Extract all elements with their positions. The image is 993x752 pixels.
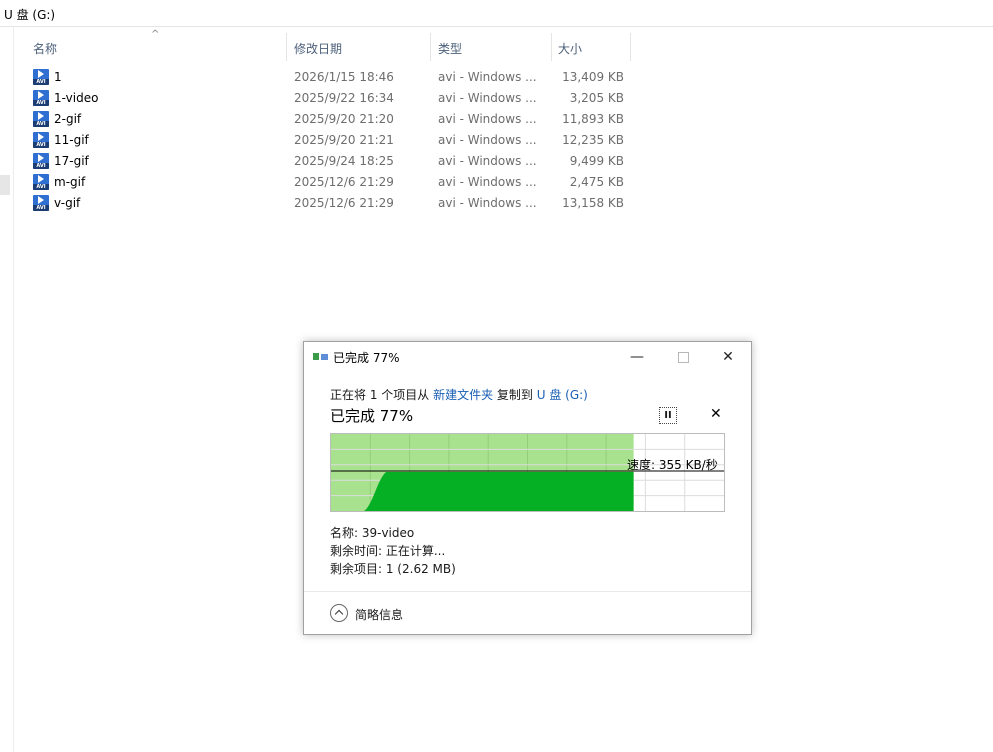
file-type: avi - Windows ... bbox=[438, 175, 537, 189]
file-name: v-gif bbox=[54, 196, 81, 210]
file-date: 2025/12/6 21:29 bbox=[294, 175, 394, 189]
column-header-type-label: 类型 bbox=[438, 42, 463, 56]
column-header-size-label: 大小 bbox=[558, 42, 583, 56]
address-path: U 盘 (G:) bbox=[4, 8, 56, 22]
file-type: avi - Windows ... bbox=[438, 196, 537, 210]
avi-video-file-icon: AVI bbox=[33, 90, 49, 106]
speed-area bbox=[364, 472, 634, 511]
close-button[interactable]: ✕ bbox=[705, 342, 751, 372]
column-header-size[interactable]: 大小 bbox=[552, 33, 630, 61]
navigation-pane[interactable] bbox=[0, 27, 14, 752]
file-row[interactable]: AVI 1 2026/1/15 18:46 avi - Windows ... 13,4… bbox=[28, 67, 638, 88]
file-name: 17-gif bbox=[54, 154, 89, 168]
avi-video-file-icon: AVI bbox=[33, 69, 49, 85]
progress-heading: 已完成 77% bbox=[330, 407, 414, 425]
time-remaining-line: 剩余时间: 正在计算... bbox=[330, 544, 446, 558]
minimize-button[interactable]: — bbox=[614, 342, 660, 372]
minimize-icon: — bbox=[630, 349, 644, 365]
items-remaining-line: 剩余项目: 1 (2.62 MB) bbox=[330, 562, 456, 576]
maximize-button[interactable] bbox=[660, 342, 706, 372]
file-row[interactable]: AVI m-gif 2025/12/6 21:29 avi - Windows ...… bbox=[28, 172, 638, 193]
address-bar[interactable]: U 盘 (G:) bbox=[0, 0, 993, 27]
pause-button[interactable]: II bbox=[659, 407, 677, 424]
file-name: 11-gif bbox=[54, 133, 89, 147]
avi-video-file-icon: AVI bbox=[33, 153, 49, 169]
dialog-title: 已完成 77% bbox=[333, 351, 400, 365]
details-label: 简略信息 bbox=[355, 608, 404, 622]
file-type: avi - Windows ... bbox=[438, 112, 537, 126]
file-row[interactable]: AVI 11-gif 2025/9/20 21:21 avi - Windows ..… bbox=[28, 130, 638, 151]
file-size: 9,499 KB bbox=[569, 154, 624, 168]
transfer-speed-graph: 速度: 355 KB/秒 bbox=[330, 433, 725, 512]
copy-middle-text: 复制到 bbox=[493, 388, 537, 402]
copy-prefix-text: 正在将 1 个项目从 bbox=[330, 388, 434, 402]
dialog-divider bbox=[304, 591, 751, 592]
file-name: 2-gif bbox=[54, 112, 82, 126]
copy-description: 正在将 1 个项目从 新建文件夹 复制到 U 盘 (G:) bbox=[330, 386, 588, 403]
column-header-date[interactable]: 修改日期 bbox=[287, 33, 430, 61]
file-size: 12,235 KB bbox=[562, 133, 624, 147]
close-icon: ✕ bbox=[722, 349, 734, 365]
dialog-titlebar[interactable]: 已完成 77% — ✕ bbox=[304, 342, 751, 372]
close-icon: ✕ bbox=[710, 406, 722, 422]
file-name: 1-video bbox=[54, 91, 99, 105]
avi-video-file-icon: AVI bbox=[33, 195, 49, 211]
file-type: avi - Windows ... bbox=[438, 91, 537, 105]
file-name: 1 bbox=[54, 70, 62, 84]
column-header-date-label: 修改日期 bbox=[294, 42, 343, 56]
maximize-icon bbox=[677, 351, 689, 363]
column-header-name[interactable]: 名称 bbox=[28, 33, 286, 61]
avi-video-file-icon: AVI bbox=[33, 174, 49, 190]
cancel-button[interactable]: ✕ bbox=[710, 406, 722, 422]
file-name-line: 名称: 39-video bbox=[330, 526, 415, 540]
file-row[interactable]: AVI 2-gif 2025/9/20 21:20 avi - Windows ...… bbox=[28, 109, 638, 130]
file-size: 3,205 KB bbox=[569, 91, 624, 105]
file-date: 2025/9/22 16:34 bbox=[294, 91, 394, 105]
speed-label: 速度: 355 KB/秒 bbox=[627, 458, 718, 472]
chevron-up-circle-icon bbox=[330, 604, 348, 622]
avi-video-file-icon: AVI bbox=[33, 132, 49, 148]
file-name: m-gif bbox=[54, 175, 86, 189]
destination-link[interactable]: U 盘 (G:) bbox=[537, 388, 588, 402]
file-size: 13,409 KB bbox=[562, 70, 624, 84]
copy-progress-dialog: 已完成 77% — ✕ 正在将 1 个项目从 新建文件夹 复制到 U 盘 (G:… bbox=[303, 341, 752, 635]
file-type: avi - Windows ... bbox=[438, 70, 537, 84]
file-size: 11,893 KB bbox=[562, 112, 624, 126]
source-folder-link[interactable]: 新建文件夹 bbox=[433, 388, 493, 402]
copy-transfer-icon bbox=[313, 351, 329, 363]
file-date: 2025/9/24 18:25 bbox=[294, 154, 394, 168]
file-date: 2025/9/20 21:20 bbox=[294, 112, 394, 126]
column-header-type[interactable]: 类型 bbox=[431, 33, 551, 61]
nav-pane-selection[interactable] bbox=[0, 175, 10, 195]
file-row[interactable]: AVI 1-video 2025/9/22 16:34 avi - Windows .… bbox=[28, 88, 638, 109]
file-type: avi - Windows ... bbox=[438, 133, 537, 147]
column-divider[interactable] bbox=[630, 33, 631, 61]
column-header-name-label: 名称 bbox=[33, 42, 58, 56]
pause-icon: II bbox=[664, 410, 672, 421]
file-size: 13,158 KB bbox=[562, 196, 624, 210]
avi-video-file-icon: AVI bbox=[33, 111, 49, 127]
file-date: 2025/9/20 21:21 bbox=[294, 133, 394, 147]
file-size: 2,475 KB bbox=[569, 175, 624, 189]
file-row[interactable]: AVI v-gif 2025/12/6 21:29 avi - Windows ...… bbox=[28, 193, 638, 214]
file-row[interactable]: AVI 17-gif 2025/9/24 18:25 avi - Windows ..… bbox=[28, 151, 638, 172]
file-date: 2026/1/15 18:46 bbox=[294, 70, 394, 84]
file-date: 2025/12/6 21:29 bbox=[294, 196, 394, 210]
file-type: avi - Windows ... bbox=[438, 154, 537, 168]
